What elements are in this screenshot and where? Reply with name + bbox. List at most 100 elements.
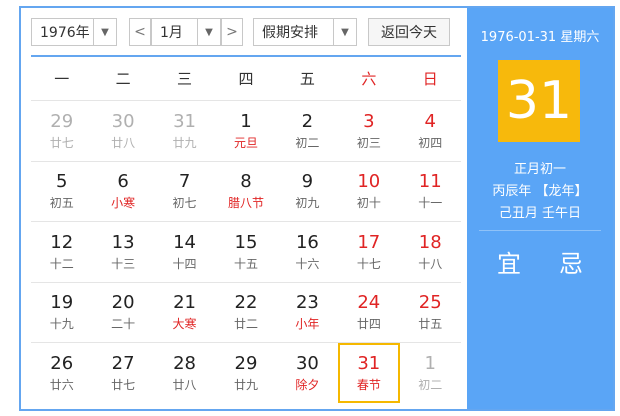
day-cell[interactable]: 31 春节 (338, 343, 400, 403)
day-cell[interactable]: 7 初七 (154, 162, 215, 222)
day-number: 1 (424, 352, 436, 374)
ganzhi-year: 丙辰年 【龙年】 (492, 184, 588, 199)
day-cell[interactable]: 23 小年 (277, 283, 338, 343)
day-number: 27 (111, 352, 135, 374)
day-number: 3 (363, 110, 375, 132)
day-grid: 29 廿七 30 廿八 31 廿九 1 元旦 2 初二 3 初三 4 初四 5 初五 6 小寒 7 初七 8 腊八节 9 初九… (31, 100, 461, 403)
day-cell[interactable]: 1 元旦 (215, 101, 276, 161)
holiday-select-value: 假期安排 (262, 25, 318, 41)
side-divider (479, 230, 601, 231)
lunar-label: 十五 (233, 256, 258, 271)
day-number: 25 (418, 292, 442, 314)
weekday-label: 三 (177, 70, 193, 88)
lunar-label: 廿六 (49, 377, 74, 392)
day-number: 31 (173, 110, 196, 132)
lunar-label: 初十 (356, 196, 381, 211)
day-cell[interactable]: 14 十四 (154, 222, 215, 282)
lunar-label: 十二 (49, 256, 74, 271)
day-number: 22 (234, 292, 258, 314)
week-row: 26 廿六 27 廿七 28 廿八 29 廿九 30 除夕 31 春节 1 初二 (31, 342, 461, 403)
next-month-button[interactable]: > (221, 18, 243, 46)
day-cell[interactable]: 19 十九 (31, 283, 92, 343)
lunar-label: 小寒 (111, 196, 136, 211)
day-number: 21 (173, 292, 196, 314)
day-cell[interactable]: 21 大寒 (154, 283, 215, 343)
prev-month-button[interactable]: < (129, 18, 151, 46)
calendar-panel: 1976年 ▼ < 1月 ▼ > 假期安排 ▼ 返回今天 一 二 三 四 五 六… (21, 8, 467, 409)
day-cell[interactable]: 27 廿七 (92, 343, 153, 403)
day-cell[interactable]: 6 小寒 (92, 162, 153, 222)
day-cell[interactable]: 30 除夕 (277, 343, 338, 403)
year-select-value: 1976年 (40, 25, 90, 41)
day-cell[interactable]: 31 廿九 (154, 101, 215, 161)
selected-day-number: 31 (498, 60, 580, 142)
lunar-label: 十九 (49, 317, 74, 332)
day-cell[interactable]: 9 初九 (277, 162, 338, 222)
day-cell[interactable]: 13 十三 (92, 222, 153, 282)
day-number: 16 (295, 231, 319, 253)
ganzhi-day: 己丑月 壬午日 (498, 206, 582, 221)
lunar-label: 廿七 (49, 135, 74, 150)
day-cell[interactable]: 26 廿六 (31, 343, 92, 403)
lunar-label: 初二 (418, 377, 443, 392)
day-number: 14 (173, 231, 196, 253)
week-row: 5 初五 6 小寒 7 初七 8 腊八节 9 初九 10 初十 11 十一 (31, 160, 461, 222)
day-number: 26 (50, 352, 74, 374)
lunar-label: 初五 (49, 196, 74, 211)
day-number: 30 (295, 352, 319, 374)
inauspicious-label: 忌 (559, 250, 583, 278)
day-cell[interactable]: 4 初四 (400, 101, 461, 161)
day-cell[interactable]: 2 初二 (277, 101, 338, 161)
day-number: 17 (357, 231, 381, 253)
chevron-down-icon: ▼ (333, 19, 356, 45)
day-cell[interactable]: 29 廿七 (31, 101, 92, 161)
day-number: 15 (234, 231, 258, 253)
day-cell[interactable]: 3 初三 (338, 101, 399, 161)
day-cell[interactable]: 8 腊八节 (215, 162, 276, 222)
day-detail-panel: 1976-01-31 星期六 31 正月初一 丙辰年 【龙年】 己丑月 壬午日 … (467, 8, 613, 409)
day-cell[interactable]: 22 廿二 (215, 283, 276, 343)
day-number: 28 (173, 352, 196, 374)
back-to-today-button[interactable]: 返回今天 (368, 18, 450, 46)
day-number: 19 (50, 292, 74, 314)
lunar-label: 廿八 (172, 377, 197, 392)
day-cell[interactable]: 5 初五 (31, 162, 92, 222)
day-number: 1 (240, 110, 252, 132)
holiday-select[interactable]: 假期安排 ▼ (253, 18, 357, 46)
month-select-value: 1月 (160, 25, 183, 41)
month-select[interactable]: 1月 ▼ (151, 18, 221, 46)
week-row: 12 十二 13 十三 14 十四 15 十五 16 十六 17 十七 18 十八 (31, 221, 461, 282)
day-cell[interactable]: 29 廿九 (215, 343, 276, 403)
lunar-label: 初九 (295, 196, 320, 211)
day-number: 31 (357, 352, 381, 374)
day-cell[interactable]: 28 廿八 (154, 343, 215, 403)
chevron-down-icon: ▼ (197, 19, 220, 45)
day-cell[interactable]: 30 廿八 (92, 101, 153, 161)
day-cell[interactable]: 24 廿四 (338, 283, 399, 343)
calendar-widget: 1976年 ▼ < 1月 ▼ > 假期安排 ▼ 返回今天 一 二 三 四 五 六… (19, 6, 615, 411)
day-cell[interactable]: 16 十六 (277, 222, 338, 282)
day-cell[interactable]: 10 初十 (338, 162, 399, 222)
day-number: 2 (301, 110, 314, 132)
lunar-label: 除夕 (295, 377, 320, 392)
day-cell[interactable]: 25 廿五 (400, 283, 461, 343)
day-number: 24 (357, 292, 381, 314)
lunar-label: 腊八节 (227, 196, 264, 211)
day-cell[interactable]: 11 十一 (400, 162, 461, 222)
week-row: 19 十九 20 二十 21 大寒 22 廿二 23 小年 24 廿四 25 廿五 (31, 281, 461, 343)
chevron-down-icon: ▼ (93, 19, 116, 45)
day-number: 10 (357, 171, 381, 193)
day-cell[interactable]: 12 十二 (31, 222, 92, 282)
day-cell[interactable]: 15 十五 (215, 222, 276, 282)
year-select[interactable]: 1976年 ▼ (31, 18, 117, 46)
day-cell[interactable]: 17 十七 (338, 222, 399, 282)
day-cell[interactable]: 18 十八 (400, 222, 461, 282)
calendar-toolbar: 1976年 ▼ < 1月 ▼ > 假期安排 ▼ 返回今天 (31, 18, 461, 46)
weekday-header: 一 二 三 四 五 六 日 (31, 60, 461, 98)
lunar-label: 初四 (418, 135, 443, 150)
lunar-label: 廿二 (233, 317, 258, 332)
day-number: 11 (418, 171, 442, 193)
day-cell[interactable]: 20 二十 (92, 283, 153, 343)
lunar-label: 廿八 (111, 135, 136, 150)
day-cell[interactable]: 1 初二 (400, 343, 461, 403)
